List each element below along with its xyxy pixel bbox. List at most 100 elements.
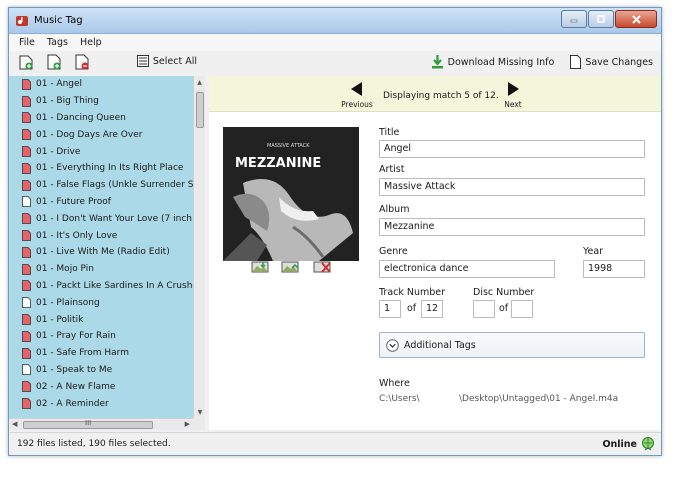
file-name: 02 - A Reminder: [36, 398, 109, 409]
track-number-field[interactable]: 1: [379, 300, 401, 318]
file-list-item[interactable]: 01 - Everything In Its Right Place: [9, 160, 193, 177]
scroll-right-arrow-icon[interactable]: ▶: [185, 420, 190, 428]
file-icon: [22, 364, 31, 376]
file-list-item[interactable]: 01 - It's Only Love: [9, 227, 193, 244]
scroll-grip: III: [85, 419, 92, 427]
chevron-down-icon: [386, 338, 399, 352]
file-icon: [22, 398, 31, 409]
album-field[interactable]: Mezzanine: [379, 218, 645, 236]
file-list-item[interactable]: 01 - Live With Me (Radio Edit): [9, 244, 193, 261]
menu-file[interactable]: File: [13, 37, 41, 48]
file-icon: [22, 112, 31, 124]
remove-image-icon[interactable]: [313, 261, 331, 273]
file-name: 01 - Drive: [36, 146, 81, 157]
file-path-start: C:\Users\: [379, 394, 420, 404]
remove-file-icon[interactable]: [75, 54, 89, 70]
select-all-button[interactable]: Select All: [136, 55, 197, 67]
additional-tags-expander[interactable]: Additional Tags: [379, 332, 645, 358]
next-match-button[interactable]: Next: [499, 82, 527, 109]
save-changes-label: Save Changes: [585, 56, 653, 68]
replace-image-icon[interactable]: [281, 261, 299, 273]
menu-help[interactable]: Help: [74, 37, 108, 48]
save-changes-button[interactable]: Save Changes: [570, 55, 653, 69]
title-bar[interactable]: Music Tag: [9, 8, 661, 34]
scroll-left-arrow-icon[interactable]: ◀: [12, 420, 17, 428]
arrow-left-icon: [351, 82, 362, 96]
disc-number-field[interactable]: [473, 300, 495, 318]
file-list-item[interactable]: 01 - I Don't Want Your Love (7 inch mix: [9, 210, 193, 227]
paste-image-icon[interactable]: [251, 261, 269, 273]
year-field[interactable]: 1998: [583, 260, 645, 278]
file-list-item[interactable]: 01 - Dog Days Are Over: [9, 126, 193, 143]
artist-field[interactable]: Massive Attack: [379, 178, 645, 196]
file-icon: [22, 263, 31, 275]
file-list-item[interactable]: 01 - Big Thing: [9, 93, 193, 110]
select-all-label: Select All: [152, 55, 197, 67]
minimize-button[interactable]: [561, 10, 587, 28]
menu-tags[interactable]: Tags: [41, 37, 74, 48]
online-status: Online: [602, 439, 637, 450]
title-label: Title: [379, 127, 400, 138]
app-window: Music Tag File Tags Help Select All Down…: [8, 7, 662, 456]
menu-bar: File Tags Help: [9, 34, 661, 51]
file-name: 01 - Angel: [36, 79, 83, 90]
close-button[interactable]: [615, 10, 657, 28]
file-name: 01 - Live With Me (Radio Edit): [36, 247, 170, 258]
horizontal-scrollbar[interactable]: ◀ III ▶: [9, 418, 193, 430]
file-list-item[interactable]: 02 - A Reminder: [9, 395, 193, 412]
scroll-down-arrow-icon[interactable]: ▼: [194, 406, 205, 418]
arrow-right-icon: [508, 82, 519, 96]
maximize-button[interactable]: [588, 10, 614, 28]
close-icon: [631, 14, 641, 24]
additional-tags-label: Additional Tags: [404, 339, 476, 351]
file-list[interactable]: 01 - Angel 01 - Big Thing 01 - Dancing Que…: [9, 76, 193, 418]
add-file-icon[interactable]: [47, 54, 61, 70]
genre-field[interactable]: electronica dance: [379, 260, 555, 278]
file-name: 01 - Dog Days Are Over: [36, 129, 143, 140]
file-list-item[interactable]: 01 - False Flags (Unkle Surrender Sound: [9, 177, 193, 194]
previous-match-button[interactable]: Previous: [341, 82, 373, 109]
download-missing-info-button[interactable]: Download Missing Info: [431, 55, 554, 69]
file-icon: [22, 381, 31, 393]
window-title: Music Tag: [34, 15, 83, 26]
file-icon: [22, 179, 31, 191]
file-list-item[interactable]: 01 - Drive: [9, 143, 193, 160]
vertical-scroll-thumb[interactable]: [196, 92, 204, 128]
file-path-end: \Desktop\Untagged\01 - Angel.m4a: [459, 394, 619, 404]
file-icon: [22, 280, 31, 292]
file-list-item[interactable]: 01 - Plainsong: [9, 294, 193, 311]
file-name: 01 - Politik: [36, 314, 84, 325]
download-icon: [431, 55, 443, 69]
file-list-item[interactable]: 01 - Speak to Me: [9, 362, 193, 379]
file-name: 01 - Packt Like Sardines In A Crushd Tir: [36, 280, 193, 291]
file-icon: [22, 330, 31, 342]
vertical-scrollbar[interactable]: ▲ ▼: [193, 76, 205, 418]
maximize-icon: [597, 15, 605, 23]
disc-total-field[interactable]: [511, 300, 533, 318]
file-list-item[interactable]: 01 - Angel: [9, 76, 193, 93]
file-toolbar: Select All: [9, 51, 205, 73]
file-list-item[interactable]: 01 - Future Proof: [9, 194, 193, 211]
file-list-item[interactable]: 01 - Dancing Queen: [9, 110, 193, 127]
file-icon: [22, 162, 31, 174]
file-name: 01 - Speak to Me: [36, 364, 113, 375]
file-list-item[interactable]: 01 - Packt Like Sardines In A Crushd Tir: [9, 278, 193, 295]
file-name: 01 - I Don't Want Your Love (7 inch mix: [36, 213, 193, 224]
file-list-item[interactable]: 02 - A New Flame: [9, 378, 193, 395]
file-icon: [22, 129, 31, 141]
file-list-item[interactable]: 01 - Politik: [9, 311, 193, 328]
file-list-item[interactable]: 01 - Pray For Rain: [9, 328, 193, 345]
scroll-corner: [193, 418, 205, 430]
album-art-title: MEZZANINE: [235, 156, 321, 171]
year-label: Year: [583, 246, 604, 257]
file-list-item[interactable]: 01 - Safe From Harm: [9, 345, 193, 362]
minimize-icon: [570, 19, 578, 23]
match-status: Displaying match 5 of 12.: [383, 91, 499, 101]
track-total-field[interactable]: 12: [421, 300, 443, 318]
title-field[interactable]: Angel: [379, 140, 645, 158]
file-list-item[interactable]: 01 - Mojo Pin: [9, 261, 193, 278]
scroll-up-arrow-icon[interactable]: ▲: [194, 76, 205, 88]
file-icon: [22, 196, 31, 208]
save-file-icon: [570, 55, 582, 69]
add-folder-icon[interactable]: [19, 54, 33, 70]
